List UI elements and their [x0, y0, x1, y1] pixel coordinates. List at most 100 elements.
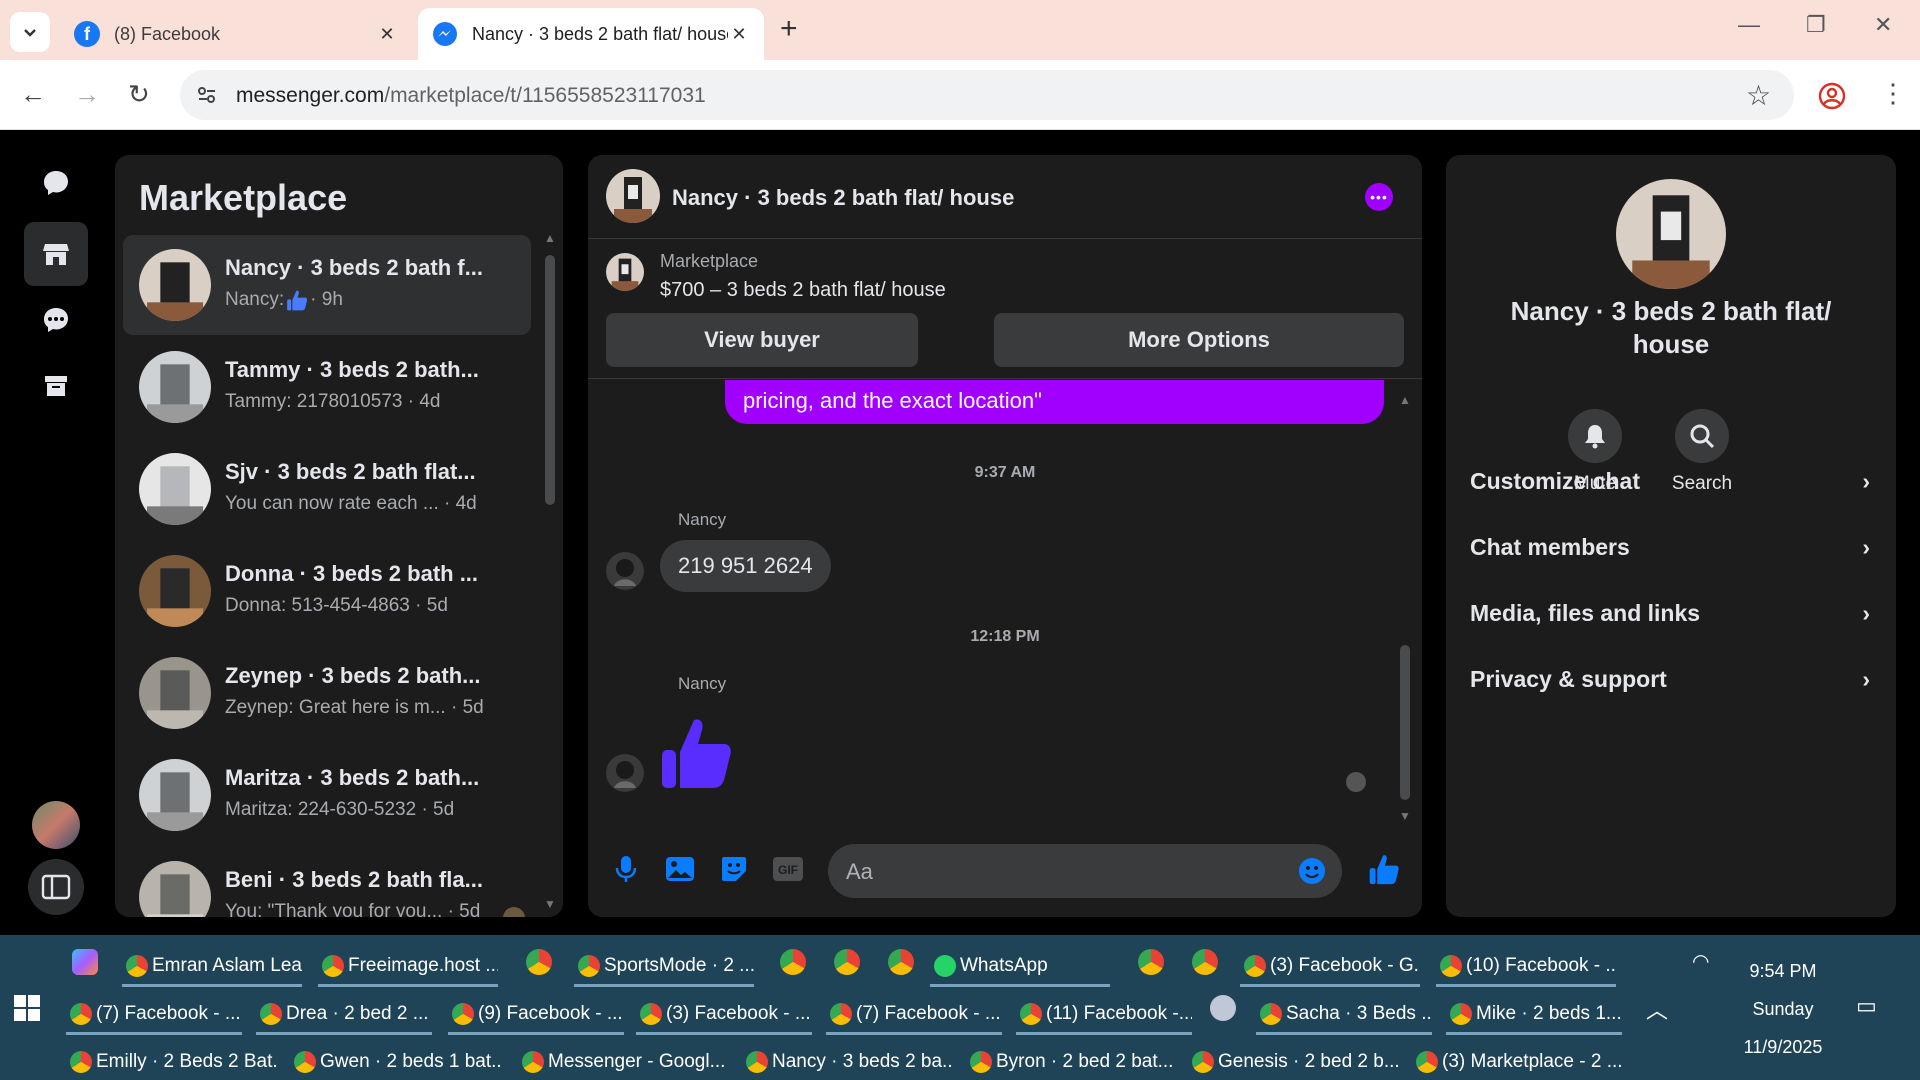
view-buyer-button[interactable]: View buyer [606, 313, 918, 367]
listing-thumbnail[interactable] [606, 253, 644, 291]
media-files-links-row[interactable]: Media, files and links › [1470, 593, 1870, 633]
chrome-icon [1192, 1050, 1214, 1073]
taskbar-window-item[interactable]: Sacha · 3 Beds ... [1256, 995, 1432, 1035]
emoji-icon[interactable] [1298, 857, 1326, 885]
taskbar-window-item[interactable]: (3) Facebook - ... [636, 995, 812, 1035]
taskbar-window-item[interactable]: (3) Marketplace - 2 ... [1412, 1043, 1622, 1080]
forward-arrow-icon[interactable]: → [74, 80, 100, 108]
new-tab-button[interactable]: + [780, 14, 798, 44]
gif-icon[interactable]: GIF [770, 851, 806, 887]
taskbar-window-item[interactable]: (9) Facebook - ... [448, 995, 624, 1035]
thumbs-up-sticker[interactable] [660, 714, 732, 790]
archive-nav-button[interactable] [24, 354, 88, 418]
like-thumbs-up-icon[interactable] [1366, 851, 1402, 887]
show-hidden-icons-chevron[interactable]: ︿ [1646, 993, 1668, 1025]
timestamp: 9:37 AM [974, 464, 1036, 481]
taskbar-window-item[interactable]: Nancy · 3 beds 2 ba... [742, 1043, 952, 1080]
message-scrollbar[interactable] [1400, 645, 1410, 800]
chrome-icon[interactable] [526, 949, 552, 975]
bell-icon [1585, 425, 1605, 449]
outgoing-message[interactable]: pricing, and the exact location" [725, 380, 1384, 424]
scroll-down-arrow[interactable]: ▼ [1399, 809, 1411, 823]
chat-members-row[interactable]: Chat members › [1470, 527, 1870, 567]
tab-messenger[interactable]: Nancy · 3 beds 2 bath flat/ house ✕ [418, 8, 764, 60]
notification-center-icon[interactable]: ▭ [1856, 993, 1877, 1019]
close-icon[interactable]: ✕ [728, 24, 750, 45]
avatar[interactable] [606, 552, 644, 590]
conversation-preview: Zeynep: Great here is m... · 5d [225, 697, 484, 718]
clock-time[interactable]: 9:54 PM [1730, 961, 1836, 982]
microphone-icon[interactable] [608, 851, 644, 887]
conversation-item[interactable]: Zeynep · 3 beds 2 bath... Zeynep: Great h… [123, 643, 531, 743]
sticker-icon[interactable] [716, 851, 752, 887]
avatar[interactable] [606, 754, 644, 792]
taskbar-window-item[interactable]: Emran Aslam Lea... [122, 947, 302, 987]
tab-search-button[interactable] [10, 12, 50, 52]
chrome-icon[interactable] [888, 949, 914, 975]
conversation-item[interactable]: Nancy · 3 beds 2 bath f... Nancy: · 9h [123, 235, 531, 335]
taskbar-window-item[interactable]: Gwen · 2 beds 1 bat... [290, 1043, 500, 1080]
conversation-item[interactable]: Donna · 3 beds 2 bath ... Donna: 513-454-… [123, 541, 531, 641]
scroll-up-arrow[interactable]: ▲ [544, 231, 556, 245]
chrome-icon[interactable] [1192, 949, 1218, 975]
windows-start-icon[interactable] [14, 995, 40, 1021]
address-bar[interactable]: messenger.com/marketplace/t/115655852311… [180, 70, 1794, 120]
restore-button[interactable]: ❐ [1806, 12, 1826, 38]
chat-title[interactable]: Nancy · 3 beds 2 bath flat/ house [672, 185, 1014, 211]
chats-nav-button[interactable] [24, 151, 88, 215]
more-options-icon[interactable]: ••• [1365, 183, 1393, 211]
conversation-item[interactable]: Beni · 3 beds 2 bath fla... You: "Thank y… [123, 847, 531, 917]
conversation-item[interactable]: Sjv · 3 beds 2 bath flat... You can now r… [123, 439, 531, 539]
taskbar-window-item[interactable]: Genesis · 2 bed 2 b... [1188, 1043, 1398, 1080]
taskbar-window-item[interactable]: Drea · 2 bed 2 ... [256, 995, 432, 1035]
taskbar-window-item[interactable]: (3) Facebook - G... [1240, 947, 1420, 987]
conversation-item[interactable]: Tammy · 3 beds 2 bath... Tammy: 217801057… [123, 337, 531, 437]
minimize-button[interactable]: — [1738, 12, 1760, 38]
profile-avatar[interactable] [32, 801, 80, 849]
taskbar-window-item[interactable]: Byron · 2 bed 2 bat... [966, 1043, 1176, 1080]
kebab-menu-icon[interactable]: ⋮ [1880, 78, 1906, 108]
clock-date[interactable]: 11/9/2025 [1730, 1037, 1836, 1058]
conversation-item[interactable]: Maritza · 3 beds 2 bath... Maritza: 224-6… [123, 745, 531, 845]
app-icon[interactable] [1210, 995, 1236, 1021]
back-arrow-icon[interactable]: ← [20, 80, 46, 108]
wifi-icon[interactable]: ◠ [1692, 949, 1709, 974]
chrome-icon[interactable] [834, 949, 860, 975]
taskbar-window-item[interactable]: Freeimage.host ... [318, 947, 498, 987]
taskbar-window-item[interactable]: (10) Facebook - ... [1436, 947, 1616, 987]
marketplace-nav-button[interactable] [24, 222, 88, 286]
taskbar-window-item[interactable]: SportsMode · 2 ... [574, 947, 754, 987]
copilot-icon[interactable] [72, 949, 98, 975]
taskbar-window-item[interactable]: Emilly · 2 Beds 2 Bat... [66, 1043, 276, 1080]
close-window-button[interactable]: ✕ [1874, 12, 1892, 38]
incoming-message[interactable]: 219 951 2624 [660, 540, 831, 592]
listing-title[interactable]: $700 – 3 beds 2 bath flat/ house [660, 279, 946, 302]
conversation-list-scrollbar[interactable] [545, 255, 555, 505]
scroll-up-arrow[interactable]: ▲ [1399, 393, 1411, 407]
scroll-down-arrow[interactable]: ▼ [544, 897, 556, 911]
taskbar-window-item[interactable]: (7) Facebook - ... [826, 995, 1002, 1035]
reload-icon[interactable]: ↻ [128, 80, 150, 108]
site-settings-icon[interactable] [196, 84, 218, 106]
toggle-sidebar-button[interactable] [28, 859, 84, 915]
more-options-button[interactable]: More Options [994, 313, 1404, 367]
chrome-icon[interactable] [780, 949, 806, 975]
avatar[interactable] [1616, 179, 1726, 289]
customize-chat-row[interactable]: Customize chat › [1470, 461, 1870, 501]
chrome-icon[interactable] [1138, 949, 1164, 975]
privacy-support-row[interactable]: Privacy & support › [1470, 659, 1870, 699]
taskbar-window-item[interactable]: (11) Facebook -... [1016, 995, 1192, 1035]
requests-nav-button[interactable] [24, 288, 88, 352]
avatar[interactable] [606, 169, 660, 223]
image-icon[interactable] [662, 851, 698, 887]
tab-facebook[interactable]: f (8) Facebook ✕ [60, 8, 412, 60]
bookmark-star-icon[interactable]: ☆ [1746, 79, 1771, 112]
taskbar-window-item[interactable]: Mike · 2 beds 1... [1446, 995, 1622, 1035]
clock-day[interactable]: Sunday [1730, 999, 1836, 1020]
taskbar-window-item[interactable]: (7) Facebook - ... [66, 995, 242, 1035]
message-input[interactable]: Aa [828, 844, 1342, 898]
profile-icon[interactable] [1818, 82, 1846, 110]
taskbar-window-item[interactable]: Messenger - Googl... [518, 1043, 728, 1080]
close-icon[interactable]: ✕ [376, 24, 398, 45]
taskbar-window-item[interactable]: WhatsApp [930, 947, 1110, 987]
